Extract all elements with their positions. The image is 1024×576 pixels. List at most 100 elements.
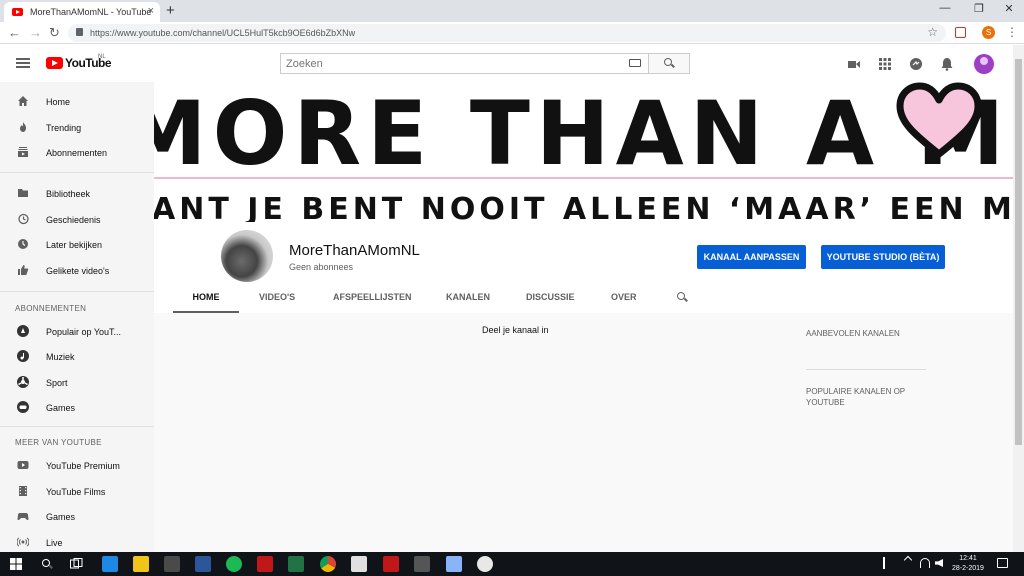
clock-icon <box>18 239 28 249</box>
tab-about[interactable]: OVER <box>611 282 637 313</box>
extension-icon[interactable] <box>955 27 966 38</box>
file-explorer-icon[interactable] <box>133 556 149 572</box>
page-scrollbar[interactable] <box>1013 45 1024 552</box>
keyboard-icon[interactable] <box>629 59 641 67</box>
photos-app-icon[interactable] <box>351 556 367 572</box>
people-icon[interactable] <box>883 557 893 569</box>
sidebar-item-gaming[interactable]: Games <box>0 504 154 529</box>
clock-date: 28-2-2019 <box>952 565 984 572</box>
sidebar-item-watch-later[interactable]: Later bekijken <box>0 232 154 257</box>
sidebar-item-games[interactable]: Games <box>0 395 154 420</box>
search-button[interactable] <box>648 54 689 73</box>
youtube-studio-button[interactable]: YOUTUBE STUDIO (BÈTA) <box>821 245 945 269</box>
minimize-icon[interactable]: — <box>930 2 960 14</box>
forward-icon[interactable]: → <box>29 25 42 40</box>
new-tab-icon[interactable]: + <box>166 2 175 19</box>
scrollbar-thumb[interactable] <box>1015 59 1022 445</box>
sidebar-item-sport[interactable]: Sport <box>0 370 154 395</box>
back-icon[interactable]: ← <box>8 25 21 40</box>
sidebar-item-popular[interactable]: Populair op YouT... <box>0 319 154 344</box>
chrome-app-icon[interactable] <box>320 556 336 572</box>
taskbar-clock[interactable]: 12:41 28-2-2019 <box>948 554 988 574</box>
notifications-center-icon[interactable] <box>997 558 1008 568</box>
store-app-icon[interactable] <box>164 556 180 572</box>
mcafee-security-icon[interactable] <box>383 556 399 572</box>
sidebar-divider <box>0 172 154 173</box>
calculator-app-icon[interactable] <box>414 556 430 572</box>
subscriptions-icon <box>18 147 28 157</box>
profile-icon[interactable]: S <box>982 26 995 39</box>
account-avatar[interactable] <box>974 54 994 74</box>
search-box <box>280 53 690 74</box>
popular-channels-heading: POPULAIRE KANALEN OP YOUTUBE <box>806 387 905 407</box>
channel-tabs: HOME VIDEO'S AFSPEELLIJSTEN KANALEN DISC… <box>154 282 1013 313</box>
sidebar-item-library[interactable]: Bibliotheek <box>0 181 154 206</box>
sidebar-item-subscriptions[interactable]: Abonnementen <box>0 140 154 165</box>
browser-tab[interactable]: MoreThanAMomNL - YouTube × <box>4 2 160 22</box>
create-video-icon[interactable] <box>847 57 861 71</box>
sidebar-item-history[interactable]: Geschiedenis <box>0 207 154 232</box>
wifi-icon[interactable] <box>920 558 930 568</box>
url-text: https://www.youtube.com/channel/UCL5HulT… <box>90 28 356 38</box>
search-icon <box>664 58 672 66</box>
sidebar-item-music[interactable]: Muziek <box>0 344 154 369</box>
mcafee-app-icon[interactable] <box>257 556 273 572</box>
tab-playlists[interactable]: AFSPEELLIJSTEN <box>333 282 412 313</box>
sidebar-item-trending[interactable]: Trending <box>0 115 154 140</box>
country-code: NL <box>98 54 106 60</box>
live-icon <box>17 537 29 547</box>
address-bar: ← → ↻ https://www.youtube.com/channel/UC… <box>0 22 1024 44</box>
tab-home[interactable]: HOME <box>173 282 239 313</box>
messages-icon[interactable] <box>909 57 923 71</box>
masthead: YouTube NL <box>0 45 1024 82</box>
volume-icon[interactable] <box>935 559 943 567</box>
paint-app-icon[interactable] <box>446 556 462 572</box>
windows-start-icon[interactable] <box>10 558 22 570</box>
restore-icon[interactable]: ❐ <box>964 2 994 15</box>
history-icon <box>18 213 29 225</box>
channel-search-icon[interactable] <box>677 292 685 300</box>
film-icon <box>19 486 27 496</box>
channel-avatar[interactable] <box>221 230 273 282</box>
word-app-icon[interactable] <box>195 556 211 572</box>
edge-app-icon[interactable] <box>102 556 118 572</box>
share-channel-link[interactable]: Deel je kanaal in <box>482 325 549 335</box>
apps-grid-icon[interactable] <box>878 57 892 71</box>
game-app-icon[interactable] <box>477 556 493 572</box>
hamburger-menu-icon[interactable] <box>16 58 30 68</box>
search-input[interactable] <box>281 54 649 73</box>
sidebar-item-home[interactable]: Home <box>0 89 154 114</box>
taskbar-search-icon[interactable] <box>42 559 50 567</box>
tab-videos[interactable]: VIDEO'S <box>259 282 295 313</box>
heart-icon <box>896 82 982 158</box>
sidebar-item-youtube-films[interactable]: YouTube Films <box>0 479 154 504</box>
tab-channels[interactable]: KANALEN <box>446 282 490 313</box>
reload-icon[interactable]: ↻ <box>49 25 60 41</box>
sidebar-item-youtube-premium[interactable]: YouTube Premium <box>0 453 154 478</box>
browser-tab-bar: MoreThanAMomNL - YouTube × + — ❐ ✕ <box>0 0 1024 22</box>
bookmark-star-icon[interactable]: ☆ <box>927 25 938 39</box>
task-view-icon[interactable] <box>70 558 83 570</box>
excel-app-icon[interactable] <box>288 556 304 572</box>
sidebar-item-live[interactable]: Live <box>0 530 154 552</box>
tab-discussion[interactable]: DISCUSSIE <box>526 282 575 313</box>
window-close-icon[interactable]: ✕ <box>994 2 1024 15</box>
subscriber-count: Geen abonnees <box>289 262 354 272</box>
banner-line1: MORE THAN A MM <box>154 82 1004 185</box>
tab-close-icon[interactable]: × <box>148 5 154 17</box>
notifications-bell-icon[interactable] <box>940 57 954 71</box>
tray-chevron-up-icon[interactable] <box>903 555 913 565</box>
omnibox[interactable]: https://www.youtube.com/channel/UCL5HulT… <box>68 24 946 42</box>
customize-channel-button[interactable]: KANAAL AANPASSEN <box>697 245 806 269</box>
youtube-play-icon <box>46 57 63 69</box>
recommended-channels-heading: AANBEVOLEN KANALEN <box>806 329 900 338</box>
home-icon <box>18 96 28 106</box>
thumbs-up-icon <box>18 265 29 275</box>
sidebar-item-liked-videos[interactable]: Gelikete video's <box>0 258 154 283</box>
more-from-youtube-heading: MEER VAN YOUTUBE <box>15 438 102 447</box>
sport-icon <box>17 376 29 388</box>
youtube-premium-icon <box>17 461 29 469</box>
browser-menu-icon[interactable]: ⋮ <box>1006 25 1018 39</box>
banner-line2: ANT JE BENT NOOIT ALLEEN ‘MAAR’ EEN MOED <box>154 192 1013 222</box>
spotify-app-icon[interactable] <box>226 556 242 572</box>
